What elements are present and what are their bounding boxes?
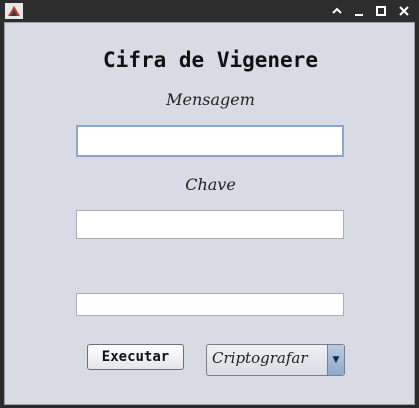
mode-select-value: Criptografar — [212, 349, 308, 367]
minimize-icon[interactable] — [351, 3, 367, 19]
key-label: Chave — [185, 175, 236, 194]
chevron-up-icon[interactable] — [329, 3, 345, 19]
result-output[interactable] — [76, 293, 344, 316]
java-app-icon — [4, 2, 24, 20]
key-input[interactable] — [76, 210, 344, 239]
page-title: Cifra de Vigenere — [103, 48, 318, 72]
message-label: Mensagem — [166, 90, 255, 109]
message-input[interactable] — [76, 125, 344, 157]
main-panel: Cifra de Vigenere Mensagem Chave Executa… — [4, 22, 415, 405]
title-bar[interactable] — [0, 0, 419, 22]
execute-button[interactable]: Executar — [87, 344, 184, 370]
app-window: Cifra de Vigenere Mensagem Chave Executa… — [0, 0, 419, 408]
maximize-icon[interactable] — [373, 3, 389, 19]
mode-select[interactable]: Criptografar ▼ — [206, 344, 345, 376]
close-icon[interactable] — [396, 3, 412, 19]
chevron-down-icon[interactable]: ▼ — [327, 345, 344, 375]
